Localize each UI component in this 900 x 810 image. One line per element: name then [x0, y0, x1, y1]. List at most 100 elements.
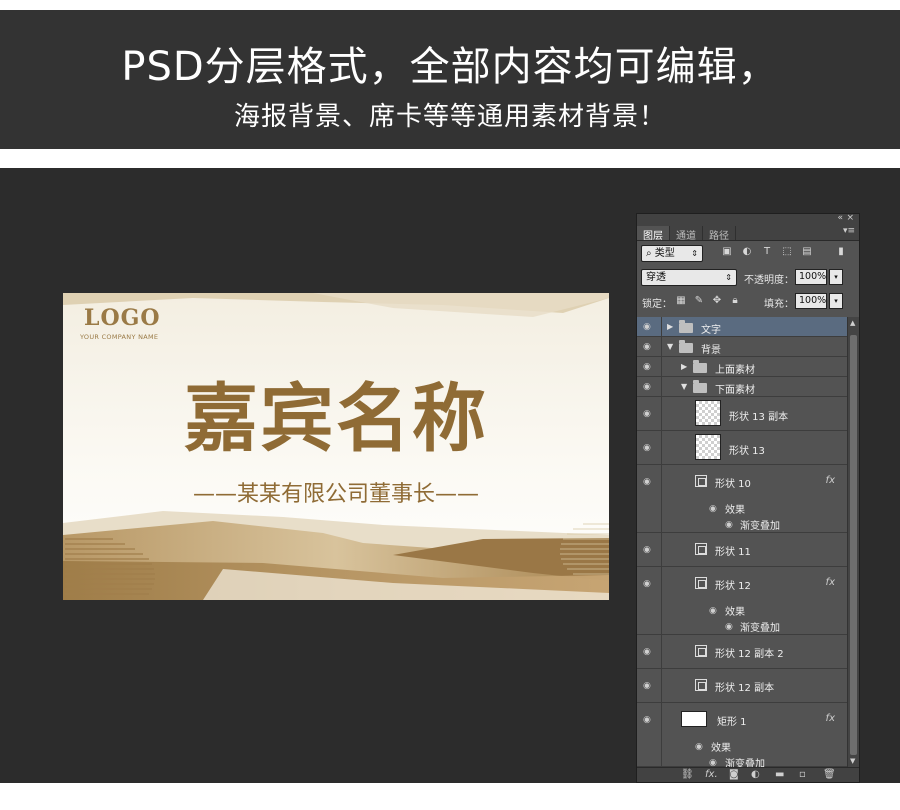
layer-shape-13[interactable]: ◉ 形状 13 — [637, 431, 847, 465]
opacity-label: 不透明度： — [744, 275, 794, 286]
tab-paths[interactable]: 路径 — [703, 226, 736, 242]
fx-badge[interactable]: fx — [826, 475, 835, 486]
lock-row: 锁定： ▦ ✎ ✥ 🔒︎ 填充： 100% ▾ — [637, 291, 859, 315]
effect-eye-icon[interactable]: ◉ — [709, 759, 723, 768]
expand-arrow-icon[interactable]: ▶ — [667, 322, 673, 331]
layer-shape-10[interactable]: ◉ 形状 10 fx ◉ 效果 ◉ 渐变叠加 — [637, 465, 847, 533]
effect-item-label: 渐变叠加 — [740, 623, 780, 634]
folder-icon — [679, 320, 693, 333]
adjustment-icon[interactable]: ◐ — [751, 769, 760, 780]
type-filter-icon[interactable]: T — [761, 246, 773, 258]
link-icon[interactable]: ⛓ — [681, 769, 694, 780]
blend-mode-label: 穿透 — [646, 272, 666, 283]
effect-eye-icon[interactable]: ◉ — [725, 521, 739, 530]
shape-filter-icon[interactable]: ⬚ — [781, 246, 793, 258]
panel-menu-icon[interactable]: ▾≡ — [843, 226, 855, 236]
new-group-icon[interactable]: ▬ — [775, 769, 784, 780]
panel-tabs: 图层 通道 路径 ▾≡ — [637, 226, 859, 242]
fx-badge[interactable]: fx — [826, 577, 835, 588]
shape-layer-icon — [695, 475, 707, 487]
shape-layer-icon — [695, 645, 707, 657]
eye-icon[interactable]: ◉ — [643, 648, 657, 657]
new-layer-icon[interactable]: ▫ — [799, 769, 806, 780]
filter-kind-select[interactable]: ⌕ 类型 ⇕ — [641, 245, 703, 262]
opacity-dropdown-icon[interactable]: ▾ — [829, 269, 843, 285]
adjust-filter-icon[interactable]: ◐ — [741, 246, 753, 258]
eye-icon[interactable]: ◉ — [643, 682, 657, 691]
folder-icon — [693, 360, 707, 373]
layer-name: 上面素材 — [715, 365, 755, 376]
tab-layers[interactable]: 图层 — [637, 226, 670, 242]
layer-shape-12-copy-2[interactable]: ◉ 形状 12 副本 2 — [637, 635, 847, 669]
mask-icon[interactable]: ◙ — [729, 769, 739, 780]
image-filter-icon[interactable]: ▣ — [721, 246, 733, 258]
layer-group-text[interactable]: ◉ ▶ 文字 — [637, 317, 847, 337]
layer-group-upper[interactable]: ◉ ▶ 上面素材 — [637, 357, 847, 377]
filter-kind-label: 类型 — [654, 248, 675, 259]
layer-shape-11[interactable]: ◉ 形状 11 — [637, 533, 847, 567]
eye-icon[interactable]: ◉ — [643, 363, 657, 372]
effects-eye-icon[interactable]: ◉ — [709, 505, 723, 514]
blend-row: 穿透 ⇕ 不透明度： 100% ▾ — [637, 267, 859, 291]
effect-eye-icon[interactable]: ◉ — [725, 623, 739, 632]
fill-label: 填充： — [764, 299, 794, 310]
eye-icon[interactable]: ◉ — [643, 580, 657, 589]
fill-dropdown-icon[interactable]: ▾ — [829, 293, 843, 309]
eye-icon[interactable]: ◉ — [643, 716, 657, 725]
eye-icon[interactable]: ◉ — [643, 323, 657, 332]
banner-subline: 海报背景、席卡等等通用素材背景！ — [233, 102, 666, 132]
layer-group-lower[interactable]: ◉ ▼ 下面素材 — [637, 377, 847, 397]
lock-all-icon[interactable]: 🔒︎ — [729, 295, 741, 307]
filter-toggle-icon[interactable]: ▮ — [835, 246, 847, 258]
lock-transparent-icon[interactable]: ▦ — [675, 295, 687, 307]
eye-icon[interactable]: ◉ — [643, 444, 657, 453]
layer-thumbnail — [695, 400, 721, 426]
shape-layer-icon — [695, 577, 707, 589]
layer-shape-12[interactable]: ◉ 形状 12 fx ◉ 效果 ◉ 渐变叠加 — [637, 567, 847, 635]
blend-mode-select[interactable]: 穿透 ⇕ — [641, 269, 737, 286]
collapse-icon[interactable]: « — [837, 214, 843, 223]
eye-column-divider — [661, 669, 662, 702]
layer-name: 形状 10 — [715, 479, 751, 490]
scroll-thumb[interactable] — [850, 335, 857, 755]
eye-icon[interactable]: ◉ — [643, 546, 657, 555]
layer-name: 形状 11 — [715, 547, 751, 558]
layer-name: 形状 12 副本 2 — [715, 649, 784, 660]
smart-filter-icon[interactable]: ▤ — [801, 246, 813, 258]
fill-input[interactable]: 100% — [795, 293, 827, 309]
top-banner: PSD分层格式，全部内容均可编辑， 海报背景、席卡等等通用素材背景！ — [0, 10, 900, 149]
fx-icon[interactable]: fx. — [705, 769, 718, 780]
layer-rectangle-1[interactable]: ◉ 矩形 1 fx ◉ 效果 ◉ 渐变叠加 — [637, 703, 847, 770]
opacity-input[interactable]: 100% — [795, 269, 827, 285]
layer-name: 下面素材 — [715, 385, 755, 396]
trash-icon[interactable]: 🗑︎ — [823, 769, 836, 780]
collapse-arrow-icon[interactable]: ▼ — [667, 342, 673, 351]
collapse-arrow-icon[interactable]: ▼ — [681, 382, 687, 391]
close-icon[interactable]: × — [846, 214, 854, 223]
eye-column-divider — [661, 465, 662, 532]
eye-icon[interactable]: ◉ — [643, 383, 657, 392]
layer-name: 形状 13 — [729, 446, 765, 457]
panel-titlebar[interactable]: « × — [637, 214, 859, 226]
layer-group-background[interactable]: ◉ ▼ 背景 — [637, 337, 847, 357]
layer-shape-13-copy[interactable]: ◉ 形状 13 副本 — [637, 397, 847, 431]
scroll-down-icon[interactable]: ▼ — [850, 757, 855, 765]
lock-move-icon[interactable]: ✥ — [711, 295, 723, 307]
expand-arrow-icon[interactable]: ▶ — [681, 362, 687, 371]
layer-shape-12-copy[interactable]: ◉ 形状 12 副本 — [637, 669, 847, 703]
eye-icon[interactable]: ◉ — [643, 478, 657, 487]
eye-icon[interactable]: ◉ — [643, 343, 657, 352]
scroll-up-icon[interactable]: ▲ — [850, 319, 855, 327]
effects-eye-icon[interactable]: ◉ — [709, 607, 723, 616]
layers-scrollbar[interactable]: ▲ ▼ — [847, 317, 859, 767]
eye-column-divider — [661, 317, 662, 336]
lock-brush-icon[interactable]: ✎ — [693, 295, 705, 307]
layer-thumbnail — [695, 434, 721, 460]
layer-name: 文字 — [701, 325, 721, 336]
lock-label: 锁定： — [642, 299, 672, 310]
fx-badge[interactable]: fx — [826, 713, 835, 724]
tab-channels[interactable]: 通道 — [670, 226, 703, 242]
effects-eye-icon[interactable]: ◉ — [695, 743, 709, 752]
eye-icon[interactable]: ◉ — [643, 410, 657, 419]
layer-name: 矩形 1 — [717, 717, 747, 728]
